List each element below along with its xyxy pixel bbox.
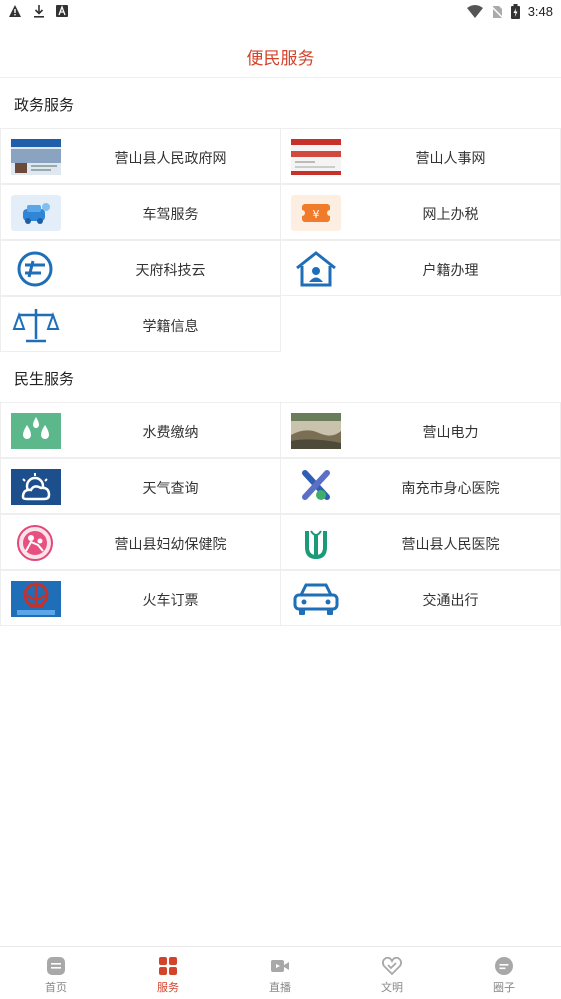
household-house-icon xyxy=(296,251,336,287)
home-icon xyxy=(47,957,65,975)
service-item-tianfu-cloud[interactable]: 天府科技云 xyxy=(0,240,281,296)
tianfu-cloud-logo xyxy=(17,251,53,287)
service-label: 营山县人民政府网 xyxy=(114,151,227,167)
tab-label: 直播 xyxy=(269,981,291,994)
service-item-people-hospital[interactable]: 营山县人民医院 xyxy=(280,514,561,570)
people-hospital-logo xyxy=(305,530,327,560)
tab-label: 首页 xyxy=(45,981,67,994)
heart-icon xyxy=(382,956,402,976)
font-a-icon xyxy=(56,5,68,17)
services-grid-icon xyxy=(159,957,177,975)
battery-charging-icon xyxy=(510,4,520,19)
weather-icon xyxy=(11,469,61,505)
personnel-site-thumbnail xyxy=(291,139,341,175)
status-left-icons xyxy=(8,4,68,18)
service-item-train-ticket[interactable]: 火车订票 xyxy=(0,570,281,626)
government-services-grid: 营山县人民政府网 营山人事网 车驾服务 ¥ 网上办税 天府科技云 户籍办理 学籍… xyxy=(0,128,561,353)
service-label: 网上办税 xyxy=(422,207,479,223)
status-time: 3:48 xyxy=(527,4,553,19)
service-item-water-fee[interactable]: 水费缴纳 xyxy=(0,402,281,458)
wifi-icon xyxy=(466,5,483,18)
tab-civilization[interactable]: 文明 xyxy=(336,947,448,999)
maternal-hospital-logo xyxy=(17,525,53,561)
tax-ticket-icon: ¥ xyxy=(291,195,341,231)
status-right-icons: 3:48 xyxy=(466,4,553,19)
service-label: 南充市身心医院 xyxy=(401,481,500,497)
page-header: 便民服务 xyxy=(0,26,561,78)
tab-label: 圈子 xyxy=(493,981,515,994)
status-bar: 3:48 xyxy=(0,0,561,26)
service-label: 天府科技云 xyxy=(135,263,206,279)
car-service-icon xyxy=(11,195,61,231)
bottom-tab-bar: 首页 服务 直播 文明 圈子 xyxy=(0,946,561,999)
service-item-household[interactable]: 户籍办理 xyxy=(280,240,561,296)
chat-circle-icon xyxy=(495,957,513,975)
service-label: 学籍信息 xyxy=(142,319,199,335)
service-label: 营山电力 xyxy=(422,425,479,441)
service-item-county-government[interactable]: 营山县人民政府网 xyxy=(0,128,281,184)
service-item-car-service[interactable]: 车驾服务 xyxy=(0,184,281,240)
service-label: 水费缴纳 xyxy=(142,425,199,441)
service-label: 营山人事网 xyxy=(415,151,486,167)
water-drops-icon xyxy=(11,413,61,449)
svg-text:¥: ¥ xyxy=(313,208,320,221)
tab-label: 服务 xyxy=(157,981,179,994)
tab-live[interactable]: 直播 xyxy=(224,947,336,999)
hospital-logo xyxy=(302,470,330,500)
section-title-government: 政务服务 xyxy=(14,96,75,114)
service-label: 天气查询 xyxy=(142,481,199,497)
service-item-student-status[interactable]: 学籍信息 xyxy=(0,296,281,352)
page-title: 便民服务 xyxy=(246,49,315,69)
government-site-thumbnail xyxy=(11,139,61,175)
service-label: 车驾服务 xyxy=(142,207,199,223)
service-item-weather[interactable]: 天气查询 xyxy=(0,458,281,514)
warning-icon xyxy=(9,5,21,17)
car-icon xyxy=(293,583,339,615)
service-item-online-tax[interactable]: ¥ 网上办税 xyxy=(280,184,561,240)
tab-circle[interactable]: 圈子 xyxy=(448,947,560,999)
tab-services[interactable]: 服务 xyxy=(112,947,224,999)
service-label: 营山县人民医院 xyxy=(401,537,500,553)
service-label: 户籍办理 xyxy=(422,263,479,279)
service-item-psych-hospital[interactable]: 南充市身心医院 xyxy=(280,458,561,514)
service-item-maternal-hospital[interactable]: 营山县妇幼保健院 xyxy=(0,514,281,570)
tab-home[interactable]: 首页 xyxy=(0,947,112,999)
service-item-personnel[interactable]: 营山人事网 xyxy=(280,128,561,184)
service-label: 交通出行 xyxy=(422,593,479,609)
railway-logo xyxy=(11,581,61,617)
download-icon xyxy=(34,5,44,18)
service-item-transport[interactable]: 交通出行 xyxy=(280,570,561,626)
section-title-livelihood: 民生服务 xyxy=(14,370,75,388)
no-sim-icon xyxy=(490,4,503,19)
service-label: 营山县妇幼保健院 xyxy=(114,537,227,553)
power-site-thumbnail xyxy=(291,413,341,449)
service-label: 火车订票 xyxy=(142,593,199,609)
livelihood-services-grid: 水费缴纳 营山电力 天气查询 南充市身心医院 营山县妇幼保健院 营山县人民医院 … xyxy=(0,402,561,627)
tab-label: 文明 xyxy=(381,981,403,994)
service-item-power[interactable]: 营山电力 xyxy=(280,402,561,458)
scales-icon xyxy=(12,309,60,343)
live-video-icon xyxy=(271,960,289,972)
